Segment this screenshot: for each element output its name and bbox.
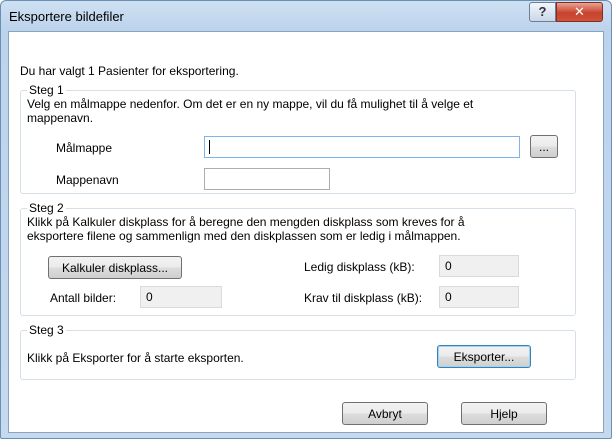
- step2-group: Steg 2 Klikk på Kalkuler diskplass for å…: [20, 201, 576, 316]
- step3-group: Steg 3 Klikk på Eksporter for å starte e…: [20, 323, 576, 380]
- free-space-label: Ledig diskplass (kB):: [304, 260, 415, 274]
- browse-button[interactable]: ...: [530, 135, 558, 158]
- cancel-button[interactable]: Avbryt: [342, 402, 428, 425]
- step2-description-line1: Klikk på Kalkuler diskplass for å beregn…: [27, 215, 465, 229]
- help-icon[interactable]: ?: [529, 2, 556, 22]
- export-button[interactable]: Eksporter...: [437, 345, 531, 368]
- text-caret: [209, 140, 210, 154]
- image-count-label: Antall bilder:: [50, 291, 117, 305]
- step3-legend: Steg 3: [27, 323, 66, 337]
- folder-name-label: Mappenavn: [56, 173, 119, 187]
- calculate-disk-space-button[interactable]: Kalkuler diskplass...: [48, 256, 182, 279]
- step2-legend: Steg 2: [27, 201, 66, 215]
- export-dialog: Eksportere bildefiler ? ✕ Du har valgt 1…: [0, 0, 612, 439]
- dialog-body: Du har valgt 1 Pasienter for eksporterin…: [8, 31, 604, 433]
- free-space-value: 0: [439, 255, 519, 277]
- window-title: Eksportere bildefiler: [9, 9, 124, 24]
- step3-description: Klikk på Eksporter for å starte eksporte…: [27, 351, 244, 365]
- step1-group: Steg 1 Velg en målmappe nedenfor. Om det…: [20, 83, 576, 194]
- close-icon[interactable]: ✕: [556, 2, 603, 22]
- title-bar[interactable]: Eksportere bildefiler ? ✕: [1, 1, 611, 31]
- step2-description-line2: eksportere filene og sammenlign med den …: [27, 229, 461, 243]
- image-count-value: 0: [140, 286, 222, 308]
- help-button[interactable]: Hjelp: [461, 402, 547, 425]
- step1-legend: Steg 1: [27, 83, 66, 97]
- target-folder-label: Målmappe: [56, 141, 113, 155]
- target-folder-input[interactable]: [204, 136, 520, 158]
- step1-description-line1: Velg en målmappe nedenfor. Om det er en …: [27, 97, 474, 111]
- required-space-label: Krav til diskplass (kB):: [304, 291, 423, 305]
- step1-description-line2: mappenavn.: [27, 111, 94, 125]
- folder-name-input[interactable]: [204, 168, 330, 190]
- intro-text: Du har valgt 1 Pasienter for eksporterin…: [20, 64, 239, 78]
- required-space-value: 0: [439, 286, 519, 308]
